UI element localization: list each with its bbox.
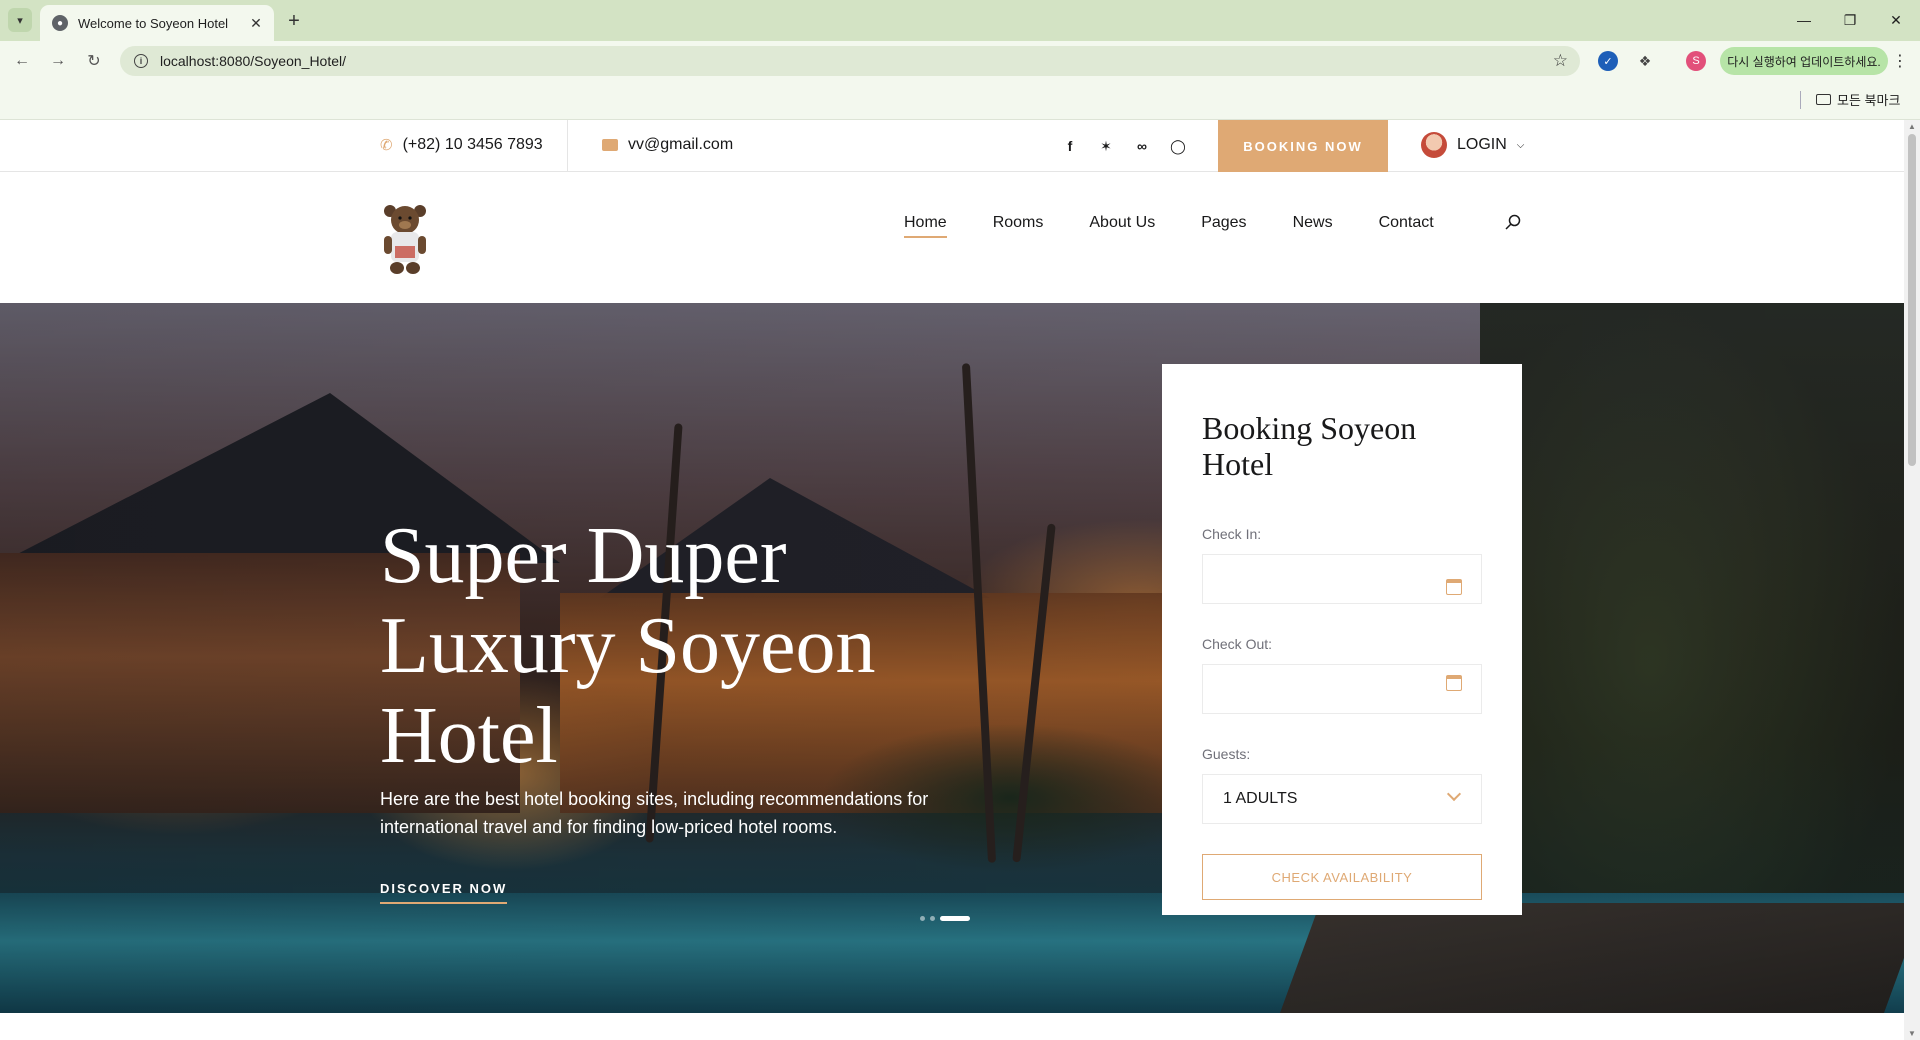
nav-menu: Home Rooms About Us Pages News Contact — [904, 214, 1434, 238]
main-navigation: Home Rooms About Us Pages News Contact — [0, 172, 1904, 303]
all-bookmarks-label: 모든 북마크 — [1837, 93, 1901, 108]
check-out-field[interactable] — [1202, 664, 1482, 714]
tripadvisor-icon[interactable]: ∞ — [1132, 136, 1152, 156]
social-links: f ✶ ∞ ◯ — [1060, 136, 1188, 156]
nav-about-us[interactable]: About Us — [1089, 214, 1155, 238]
check-in-field[interactable] — [1202, 554, 1482, 604]
check-out-label: Check Out: — [1202, 636, 1273, 652]
scrollbar-thumb[interactable] — [1908, 134, 1916, 466]
forward-icon[interactable]: → — [46, 49, 70, 73]
minimize-icon[interactable]: — — [1784, 8, 1824, 32]
extension-check-icon[interactable]: ✓ — [1598, 51, 1618, 71]
browser-toolbar: ← → ↻ i localhost:8080/Soyeon_Hotel/ ☆ ✓… — [0, 41, 1920, 81]
booking-now-button[interactable]: BOOKING NOW — [1218, 120, 1388, 172]
slider-dot[interactable] — [930, 916, 935, 921]
envelope-icon — [602, 139, 618, 151]
scroll-down-icon[interactable]: ▼ — [1908, 1029, 1916, 1038]
reload-icon[interactable]: ↻ — [82, 49, 106, 73]
instagram-icon[interactable]: ◯ — [1168, 136, 1188, 156]
nav-news[interactable]: News — [1293, 214, 1333, 238]
email-address: vv@gmail.com — [628, 136, 734, 153]
folder-icon — [1816, 94, 1831, 105]
close-icon[interactable]: ✕ — [246, 13, 266, 33]
header-divider — [567, 120, 568, 172]
discover-now-link[interactable]: DISCOVER NOW — [380, 881, 508, 904]
slider-dot-active[interactable] — [940, 916, 970, 921]
guests-label: Guests: — [1202, 746, 1251, 762]
profile-avatar[interactable]: S — [1686, 51, 1706, 71]
chevron-down-icon: ⌵ — [1516, 139, 1525, 151]
globe-icon: ● — [52, 15, 68, 31]
nav-pages[interactable]: Pages — [1201, 214, 1246, 238]
slider-dots — [920, 916, 970, 921]
login-label: LOGIN — [1457, 136, 1507, 153]
bookmarks-separator — [1800, 91, 1801, 109]
all-bookmarks-button[interactable]: 모든 북마크 — [1816, 90, 1900, 109]
login-dropdown[interactable]: LOGIN ⌵ — [1421, 132, 1524, 158]
check-availability-button[interactable]: CHECK AVAILABILITY — [1202, 854, 1482, 900]
header-email: vv@gmail.com — [602, 136, 733, 154]
calendar-icon[interactable] — [1446, 675, 1462, 691]
new-tab-icon[interactable]: + — [282, 9, 306, 33]
page-viewport: ✆ (+82) 10 3456 7893 vv@gmail.com f ✶ ∞ … — [0, 120, 1904, 1040]
browser-tab[interactable]: ● Welcome to Soyeon Hotel ✕ — [40, 5, 274, 41]
teddy-bear-logo[interactable] — [382, 202, 428, 276]
back-icon[interactable]: ← — [10, 49, 34, 73]
guests-value: 1 ADULTS — [1223, 790, 1298, 807]
twitter-icon[interactable]: ✶ — [1096, 136, 1116, 156]
browser-tab-bar: ▾ ● Welcome to Soyeon Hotel ✕ + — ❐ ✕ — [0, 0, 1920, 41]
extensions-puzzle-icon[interactable]: ❖ — [1635, 51, 1655, 71]
nav-rooms[interactable]: Rooms — [993, 214, 1044, 238]
search-icon[interactable] — [1505, 214, 1521, 230]
update-button[interactable]: 다시 실행하여 업데이트하세요. — [1720, 47, 1888, 75]
header-phone: ✆ (+82) 10 3456 7893 — [380, 136, 543, 154]
page-scrollbar[interactable]: ▲ ▼ — [1904, 120, 1920, 1040]
url-text: localhost:8080/Soyeon_Hotel/ — [160, 53, 347, 69]
bookmark-star-icon[interactable]: ☆ — [1553, 51, 1568, 71]
window-close-icon[interactable]: ✕ — [1876, 8, 1916, 32]
tab-search-icon[interactable]: ▾ — [8, 8, 32, 32]
kebab-menu-icon[interactable]: ⋮ — [1892, 51, 1908, 71]
phone-icon: ✆ — [380, 137, 393, 154]
site-info-icon[interactable]: i — [134, 54, 148, 68]
check-in-label: Check In: — [1202, 526, 1262, 542]
address-bar[interactable]: i localhost:8080/Soyeon_Hotel/ ☆ — [120, 46, 1580, 76]
hero-section: Super Duper Luxury Soyeon Hotel Here are… — [0, 303, 1904, 1013]
booking-title: Booking Soyeon Hotel — [1202, 410, 1417, 482]
hero-description: Here are the best hotel booking sites, i… — [380, 789, 929, 837]
restore-icon[interactable]: ❐ — [1830, 8, 1870, 32]
nav-contact[interactable]: Contact — [1379, 214, 1434, 238]
guests-select[interactable]: 1 ADULTS — [1202, 774, 1482, 824]
booking-form: Booking Soyeon Hotel Check In: Check Out… — [1162, 364, 1522, 915]
phone-number: (+82) 10 3456 7893 — [402, 136, 543, 153]
nav-home[interactable]: Home — [904, 214, 947, 238]
top-header: ✆ (+82) 10 3456 7893 vv@gmail.com f ✶ ∞ … — [0, 120, 1904, 172]
user-avatar — [1421, 132, 1447, 158]
tab-title: Welcome to Soyeon Hotel — [78, 15, 229, 31]
hero-title: Super Duper Luxury Soyeon Hotel — [380, 512, 876, 780]
chevron-down-icon — [1446, 786, 1462, 802]
calendar-icon[interactable] — [1446, 579, 1462, 595]
facebook-icon[interactable]: f — [1060, 136, 1080, 156]
scroll-up-icon[interactable]: ▲ — [1908, 122, 1916, 131]
slider-dot[interactable] — [920, 916, 925, 921]
bookmarks-bar: 모든 북마크 — [0, 81, 1920, 120]
